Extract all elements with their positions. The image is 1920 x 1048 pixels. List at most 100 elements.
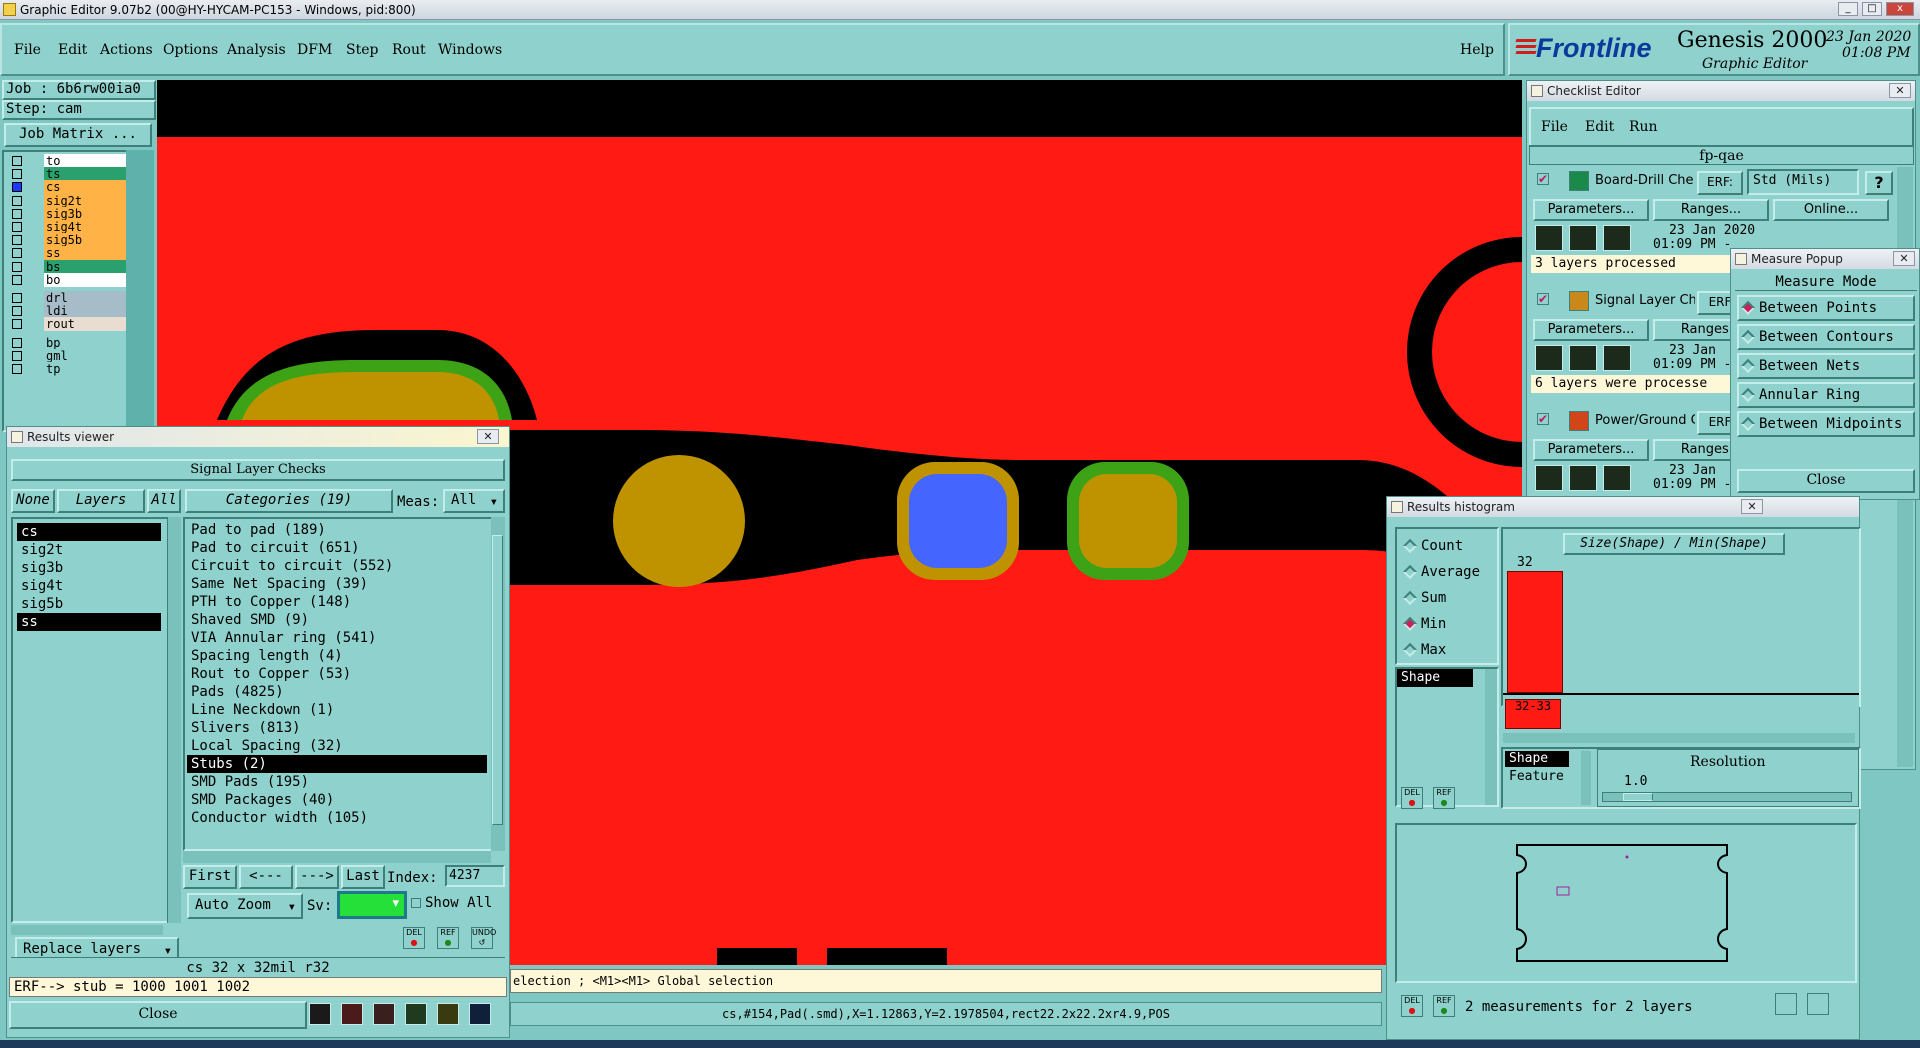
measure-close-icon[interactable]: ✕ bbox=[1893, 251, 1915, 266]
category-item[interactable]: Pad to pad (189) bbox=[187, 521, 487, 539]
preview-del-button[interactable]: DEL ● bbox=[1401, 995, 1423, 1017]
index-input[interactable]: 4237 bbox=[445, 865, 505, 887]
type-list-feature[interactable]: Feature bbox=[1505, 769, 1564, 785]
layer-row-tp[interactable]: tp bbox=[10, 362, 126, 377]
layers-none-button[interactable]: None bbox=[11, 489, 55, 513]
layer-checkbox[interactable] bbox=[12, 195, 22, 206]
round-pad[interactable] bbox=[613, 455, 745, 587]
close-window-button[interactable]: x bbox=[1886, 2, 1914, 16]
layers-button[interactable]: Layers bbox=[57, 489, 145, 513]
layer-row-bo[interactable]: bo bbox=[10, 272, 126, 288]
category-item[interactable]: SMD Pads (195) bbox=[187, 773, 487, 791]
layer-checkbox[interactable] bbox=[12, 293, 22, 303]
layer-checkbox[interactable] bbox=[12, 182, 22, 193]
layer-checkbox[interactable] bbox=[12, 248, 22, 259]
menu-help[interactable]: Help bbox=[1460, 42, 1494, 58]
category-item[interactable]: VIA Annular ring (541) bbox=[187, 629, 487, 647]
stat-radio-min[interactable]: Min bbox=[1397, 611, 1497, 637]
layer-checkbox[interactable] bbox=[12, 364, 22, 374]
result-layer-item[interactable]: sig3b bbox=[17, 559, 161, 577]
category-item[interactable]: Pad to circuit (651) bbox=[187, 539, 487, 557]
check-enable-checkbox[interactable]: ✔ bbox=[1537, 293, 1549, 305]
check-erf-button[interactable]: ERF: bbox=[1697, 171, 1743, 195]
menu-rout[interactable]: Rout bbox=[392, 42, 426, 58]
histogram-bar[interactable] bbox=[1507, 571, 1563, 693]
stat-radio-sum[interactable]: Sum bbox=[1397, 585, 1497, 611]
menu-windows[interactable]: Windows bbox=[438, 42, 502, 58]
run-selected-icon[interactable] bbox=[1569, 465, 1597, 491]
stat-radio-average[interactable]: Average bbox=[1397, 559, 1497, 585]
meas-select[interactable]: All ▾ bbox=[443, 489, 505, 513]
del-button[interactable]: DEL ● bbox=[403, 927, 425, 949]
layer-checkbox[interactable] bbox=[12, 156, 22, 166]
layer-list-hscroll[interactable] bbox=[11, 925, 163, 935]
result-layer-item[interactable]: sig2t bbox=[17, 541, 161, 559]
check-enable-checkbox[interactable]: ✔ bbox=[1537, 173, 1549, 185]
menu-actions[interactable]: Actions bbox=[100, 42, 153, 58]
checklist-menu-run[interactable]: Run bbox=[1629, 119, 1658, 135]
layer-row-rout[interactable]: rout bbox=[10, 317, 126, 332]
layer-checkbox[interactable] bbox=[12, 208, 22, 219]
run-icon[interactable] bbox=[1535, 465, 1563, 491]
category-item[interactable]: SMD Packages (40) bbox=[187, 791, 487, 809]
measure-mode-between-contours[interactable]: Between Contours bbox=[1737, 324, 1915, 350]
run-icon[interactable] bbox=[1535, 345, 1563, 371]
resolution-slider-thumb[interactable] bbox=[1623, 793, 1653, 801]
category-item[interactable]: Circuit to circuit (552) bbox=[187, 557, 487, 575]
report-icon[interactable] bbox=[437, 1003, 459, 1025]
minimize-button[interactable]: _ bbox=[1838, 2, 1858, 16]
run-all-icon[interactable] bbox=[1603, 345, 1631, 371]
ranges-button[interactable]: Ranges... bbox=[1653, 199, 1769, 221]
layer-checkbox[interactable] bbox=[12, 337, 22, 348]
help-icon[interactable]: ? bbox=[1865, 171, 1893, 195]
category-item[interactable]: Pads (4825) bbox=[187, 683, 487, 701]
histogram-ref-button[interactable]: REF ● bbox=[1433, 787, 1455, 809]
category-item[interactable]: Local Spacing (32) bbox=[187, 737, 487, 755]
next-button[interactable]: ---> bbox=[295, 865, 339, 889]
menu-options[interactable]: Options bbox=[163, 42, 218, 58]
layer-scroll-strip[interactable] bbox=[126, 150, 154, 432]
menu-step[interactable]: Step bbox=[346, 42, 378, 58]
category-item[interactable]: PTH to Copper (148) bbox=[187, 593, 487, 611]
stat-radio-max[interactable]: Max bbox=[1397, 637, 1497, 663]
category-item[interactable]: Line Neckdown (1) bbox=[187, 701, 487, 719]
shape-list-scrollbar[interactable] bbox=[1485, 669, 1497, 805]
layer-checkbox[interactable] bbox=[12, 350, 22, 361]
category-list[interactable]: Pad to pad (189) Pad to circuit (651) Circ… bbox=[183, 517, 493, 851]
check-icon[interactable] bbox=[405, 1003, 427, 1025]
layer-checkbox[interactable] bbox=[12, 235, 22, 246]
histogram-close-icon[interactable]: ✕ bbox=[1741, 499, 1763, 514]
category-scrollbar[interactable] bbox=[491, 517, 505, 851]
histogram-del-button[interactable]: DEL ● bbox=[1401, 787, 1423, 809]
layer-list-scrollbar[interactable] bbox=[167, 517, 181, 923]
category-item[interactable]: Same Net Spacing (39) bbox=[187, 575, 487, 593]
display-icon[interactable] bbox=[309, 1003, 331, 1025]
run-all-icon[interactable] bbox=[1603, 225, 1631, 251]
layer-checkbox[interactable] bbox=[12, 319, 22, 330]
category-item[interactable]: Shaved SMD (9) bbox=[187, 611, 487, 629]
result-layer-item[interactable]: sig4t bbox=[17, 577, 161, 595]
layer-checkbox[interactable] bbox=[12, 261, 22, 272]
layer-checkbox[interactable] bbox=[12, 274, 22, 285]
menu-analysis[interactable]: Analysis bbox=[227, 42, 286, 58]
category-hscroll[interactable] bbox=[183, 851, 491, 863]
run-all-icon[interactable] bbox=[1603, 465, 1631, 491]
zoom-fit-icon[interactable] bbox=[1775, 993, 1797, 1015]
square-pad[interactable] bbox=[1079, 474, 1177, 568]
first-button[interactable]: First bbox=[183, 865, 237, 889]
menu-dfm[interactable]: DFM bbox=[297, 42, 332, 58]
parameters-button[interactable]: Parameters... bbox=[1533, 319, 1649, 341]
categories-button[interactable]: Categories (19) bbox=[185, 489, 393, 513]
checklist-close-icon[interactable]: ✕ bbox=[1889, 83, 1911, 98]
measure-mode-annular-ring[interactable]: Annular Ring bbox=[1737, 382, 1915, 408]
results-close-button[interactable]: Close bbox=[9, 1001, 307, 1029]
prev-button[interactable]: <--- bbox=[239, 865, 293, 889]
type-list-scrollbar[interactable] bbox=[1581, 751, 1591, 805]
sv-color-select[interactable]: ▾ bbox=[337, 891, 407, 919]
undo-button[interactable]: UNDO ↺ bbox=[471, 927, 496, 949]
board-preview[interactable] bbox=[1395, 823, 1857, 983]
maximize-button[interactable]: □ bbox=[1862, 2, 1882, 16]
measure-mode-between-points[interactable]: Between Points bbox=[1737, 295, 1915, 321]
parameters-button[interactable]: Parameters... bbox=[1533, 199, 1649, 221]
measure-close-button[interactable]: Close bbox=[1737, 469, 1915, 493]
